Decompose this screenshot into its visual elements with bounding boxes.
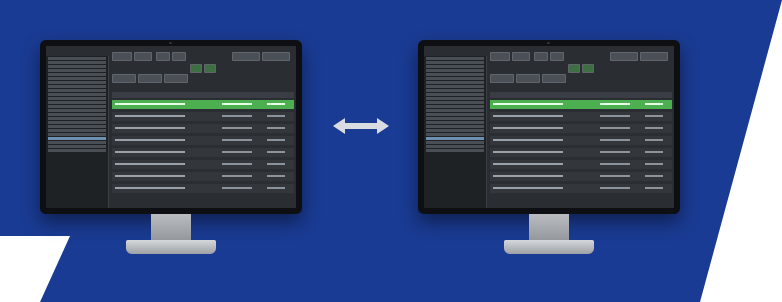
toolbar-button[interactable] [112,52,132,61]
right-monitor [418,40,680,262]
toolbar-button[interactable] [164,74,188,83]
toolbar [490,50,672,88]
monitor-stand-foot [126,240,216,254]
camera-dot [547,42,550,44]
toolbar-button[interactable] [204,64,216,73]
list-item[interactable] [490,172,672,182]
list-item[interactable] [112,184,294,194]
monitor-screen [46,46,296,208]
list-item[interactable] [490,184,672,194]
left-pane [46,56,109,208]
toolbar-button[interactable] [534,52,548,61]
toolbar-button[interactable] [262,52,290,61]
list-item[interactable] [490,112,672,122]
list-item[interactable] [490,124,672,134]
toolbar-button[interactable] [550,52,564,61]
toolbar-button[interactable] [156,52,170,61]
left-monitor [40,40,302,262]
toolbar-button[interactable] [568,64,580,73]
toolbar-button[interactable] [512,52,530,61]
toolbar-button[interactable] [134,52,152,61]
toolbar-button[interactable] [232,52,260,61]
list-item[interactable] [112,124,294,134]
list-item[interactable] [112,160,294,170]
timeline-header [490,92,672,98]
toolbar [112,50,294,88]
double-arrow-icon [333,118,389,134]
toolbar-button[interactable] [138,74,162,83]
list-item[interactable] [490,148,672,158]
toolbar-button[interactable] [490,52,510,61]
toolbar-button[interactable] [490,74,514,83]
playlist [490,100,672,208]
camera-dot [169,42,172,44]
list-item[interactable] [112,112,294,122]
monitor-bezel [418,40,680,214]
monitor-stand-foot [504,240,594,254]
timeline-header [112,92,294,98]
list-item[interactable] [112,172,294,182]
toolbar-button[interactable] [190,64,202,73]
toolbar-button[interactable] [516,74,540,83]
list-item[interactable] [490,160,672,170]
toolbar-button[interactable] [640,52,668,61]
toolbar-button[interactable] [112,74,136,83]
monitor-bezel [40,40,302,214]
list-item[interactable] [112,136,294,146]
monitor-screen [424,46,674,208]
list-item[interactable] [112,100,294,110]
toolbar-button[interactable] [542,74,566,83]
list-item[interactable] [112,148,294,158]
toolbar-button[interactable] [610,52,638,61]
list-item[interactable] [490,100,672,110]
list-item[interactable] [490,136,672,146]
left-pane [424,56,487,208]
toolbar-button[interactable] [172,52,186,61]
toolbar-button[interactable] [582,64,594,73]
playlist [112,100,294,208]
